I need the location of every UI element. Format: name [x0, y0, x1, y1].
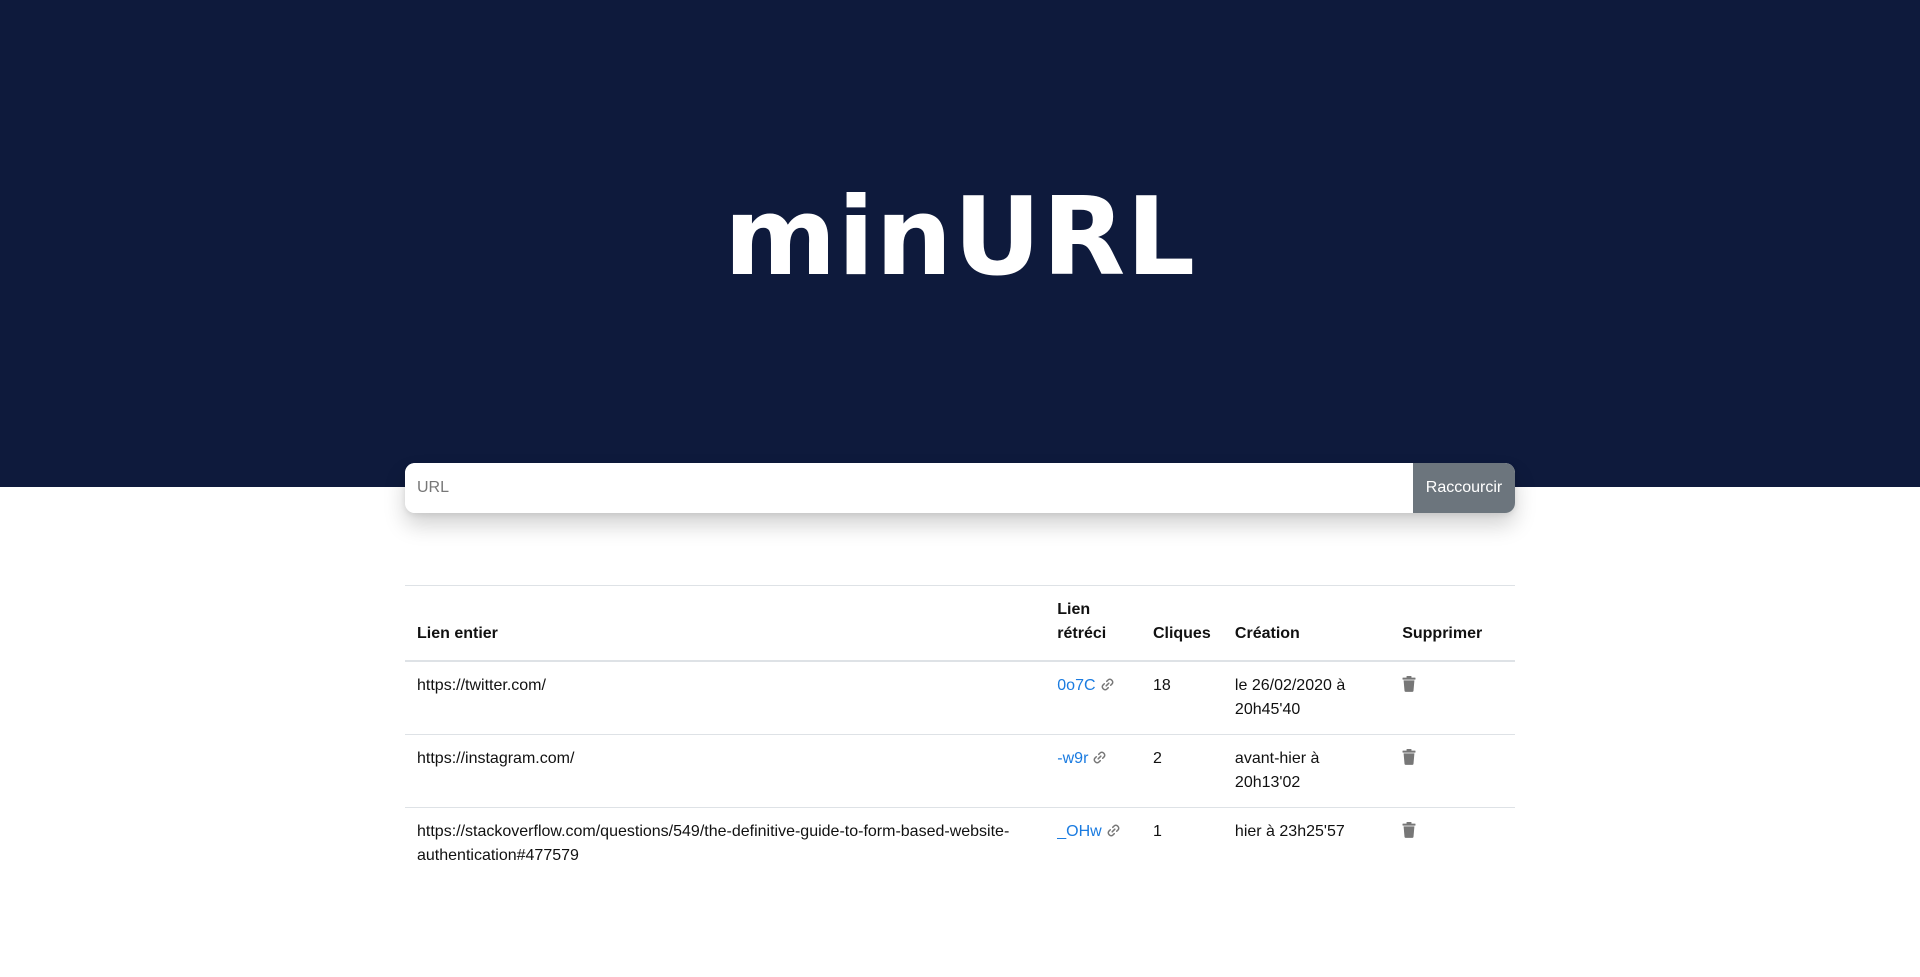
short-link-cell: 0o7C [1045, 661, 1141, 735]
short-link[interactable]: 0o7C [1057, 677, 1095, 694]
delete-cell [1390, 661, 1515, 735]
table-row: https://twitter.com/ 0o7C 18 le 26/02/20… [405, 661, 1515, 735]
header-full-link: Lien entier [405, 585, 1046, 662]
short-link-cell: -w9r [1045, 734, 1141, 808]
table-row: https://stackoverflow.com/questions/549/… [405, 807, 1515, 880]
clicks-cell: 2 [1140, 734, 1223, 808]
hero-banner: minURL [0, 0, 1920, 487]
delete-cell [1390, 734, 1515, 808]
link-icon[interactable] [1100, 676, 1115, 700]
created-cell: hier à 23h25'57 [1222, 807, 1391, 880]
short-link[interactable]: _OHw [1057, 823, 1101, 840]
full-link-cell: https://instagram.com/ [405, 734, 1046, 808]
full-link-cell: https://twitter.com/ [417, 677, 546, 694]
clicks-cell: 18 [1152, 677, 1171, 694]
header-created: Création [1222, 585, 1391, 662]
link-icon[interactable] [1092, 749, 1107, 773]
full-link-cell: https://stackoverflow.com/questions/549/… [405, 807, 1046, 880]
trash-icon[interactable] [1402, 676, 1416, 700]
header-delete: Supprimer [1390, 585, 1515, 662]
table-header-row: Lien entier Lien rétréci Cliques Créatio… [405, 585, 1515, 662]
short-link[interactable]: -w9r [1057, 750, 1088, 767]
shorten-form: Raccourcir [405, 463, 1515, 513]
brand-logo-title: minURL [723, 175, 1197, 300]
links-table: Lien entier Lien rétréci Cliques Créatio… [405, 585, 1515, 880]
created-cell: avant-hier à 20h13'02 [1222, 734, 1391, 808]
table-row: https://instagram.com/ -w9r 2 avant-hier… [405, 734, 1515, 808]
short-link-cell: _OHw [1045, 807, 1141, 880]
header-clicks: Cliques [1140, 585, 1223, 662]
created-cell: le 26/02/2020 à 20h45'40 [1234, 677, 1346, 718]
trash-icon[interactable] [1402, 749, 1416, 773]
trash-icon[interactable] [1402, 822, 1416, 846]
header-short-link: Lien rétréci [1045, 585, 1141, 662]
delete-cell [1390, 807, 1515, 880]
link-icon[interactable] [1106, 822, 1121, 846]
url-input[interactable] [405, 463, 1413, 513]
clicks-cell: 1 [1140, 807, 1223, 880]
shorten-button[interactable]: Raccourcir [1413, 463, 1515, 513]
